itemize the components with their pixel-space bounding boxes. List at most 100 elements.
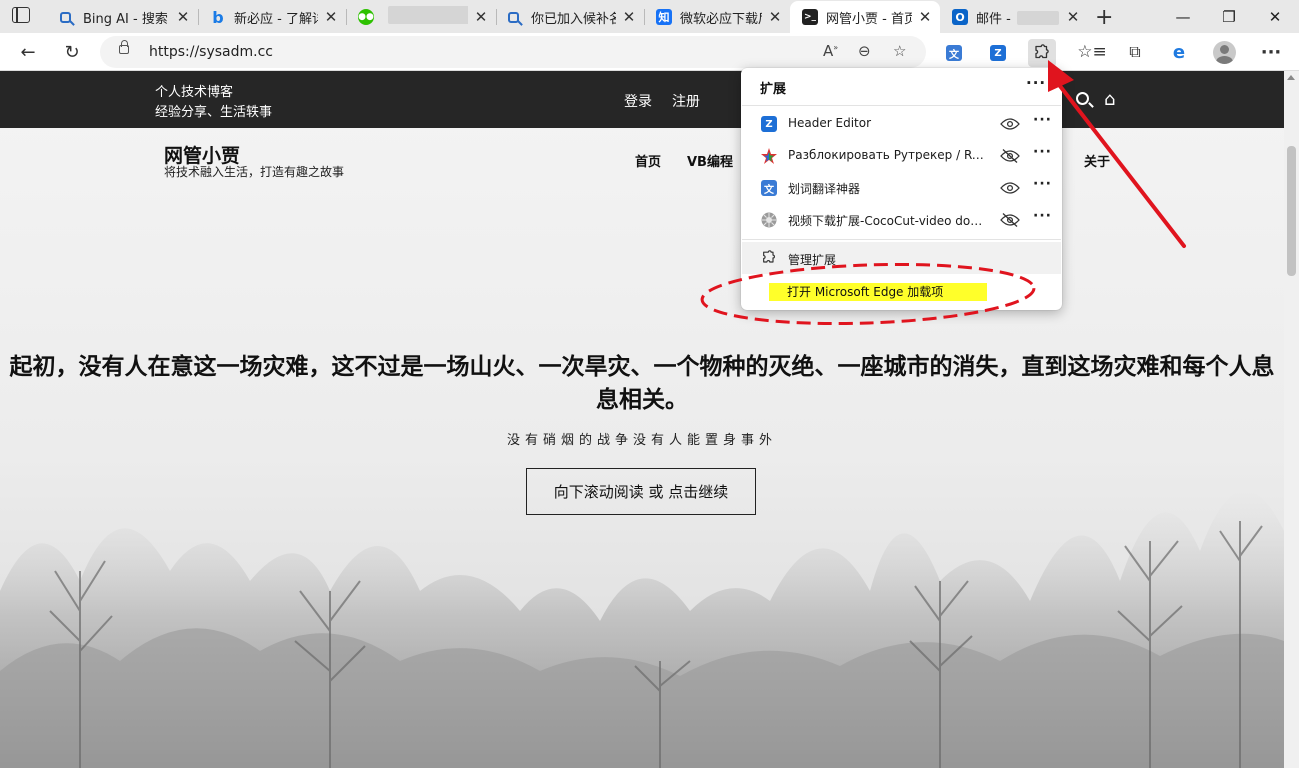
register-link[interactable]: 注册 — [672, 91, 700, 111]
manage-extensions-item[interactable]: 管理扩展 — [742, 242, 1061, 274]
header-editor-icon: Z — [990, 45, 1006, 61]
search-icon[interactable] — [1076, 92, 1089, 105]
eye-icon[interactable] — [1000, 117, 1020, 131]
extension-item-translator[interactable]: 文 划词翻译神器 ··· — [742, 172, 1061, 204]
browser-toolbar: ← ↻ https://sysadm.cc A» ⊖ ☆ 文 Z ☆≡ ⧉ e … — [0, 33, 1299, 71]
more-icon[interactable]: ··· — [1033, 144, 1052, 160]
extension-name: Разблокировать Рутрекер / Rutra... — [788, 148, 985, 162]
outlook-icon: O — [952, 9, 968, 25]
tab-zhihu[interactable]: 知 微软必应下载后 ✕ — [644, 1, 790, 33]
site-description: 将技术融入生活，打造有趣之故事 — [164, 165, 345, 179]
close-icon[interactable]: ✕ — [324, 8, 338, 26]
tab-title: 你已加入候补名 — [531, 11, 616, 27]
zoom-out-icon[interactable]: ⊖ — [858, 42, 871, 60]
extension-item-header-editor[interactable]: Z Header Editor ··· — [742, 108, 1061, 140]
lock-icon[interactable] — [119, 40, 129, 54]
tab-title: 微软必应下载后 — [680, 11, 762, 27]
eye-icon[interactable] — [1000, 181, 1020, 195]
hero-subline: 没有硝烟的战争没有人能置身事外 — [506, 433, 777, 448]
refresh-button[interactable]: ↻ — [57, 37, 87, 67]
extensions-button[interactable] — [1028, 39, 1056, 67]
zhihu-icon: 知 — [656, 9, 672, 25]
tab-wechat[interactable]: ●● ✕ — [346, 1, 496, 33]
extension-item-rutracker[interactable]: Разблокировать Рутрекер / Rutra... ··· — [742, 140, 1061, 172]
nav-vb[interactable]: VB编程 — [687, 151, 733, 170]
translate-icon: 文 — [761, 180, 777, 196]
scrollbar-thumb[interactable] — [1287, 146, 1296, 276]
divider — [742, 239, 1061, 240]
extension-item-cococut[interactable]: 视频下载扩展-CocoCut-video dow... ··· — [742, 204, 1061, 236]
back-button[interactable]: ← — [13, 37, 43, 67]
tab-title: 邮件 - — [976, 8, 1060, 27]
tab-actions-icon[interactable] — [12, 7, 30, 23]
top-bar: 个人技术博客 经验分享、生活轶事 登录 注册 ⌂ — [0, 71, 1284, 128]
puzzle-icon — [763, 250, 775, 263]
tab-outlook-mail[interactable]: O 邮件 - ✕ — [940, 1, 1088, 33]
divider — [742, 105, 1061, 106]
add-favorite-icon[interactable]: ☆ — [893, 42, 906, 60]
wechat-icon: ●● — [358, 9, 374, 25]
close-icon[interactable]: ✕ — [474, 8, 488, 26]
minimize-button[interactable]: — — [1160, 0, 1206, 33]
tab-title: 网管小贾 - 首页 — [826, 11, 912, 27]
blog-subtagline: 经验分享、生活轶事 — [155, 105, 273, 120]
extensions-popup: 扩展 ··· Z Header Editor ··· Разблокироват… — [741, 68, 1062, 310]
close-icon[interactable]: ✕ — [622, 8, 636, 26]
close-icon[interactable]: ✕ — [176, 8, 190, 26]
open-edge-addons-link[interactable]: 打开 Microsoft Edge 加载项 — [769, 283, 987, 301]
more-icon[interactable]: ··· — [1033, 112, 1052, 128]
hero-headline: 起初，没有人在意这一场灾难，这不过是一场山火、一次旱灾、一个物种的灭绝、一座城市… — [9, 354, 1275, 413]
eye-off-icon[interactable] — [1000, 149, 1020, 163]
manage-extensions-label: 管理扩展 — [788, 253, 837, 267]
favorites-button[interactable]: ☆≡ — [1077, 37, 1107, 67]
header-editor-icon: Z — [761, 116, 777, 132]
nav-home[interactable]: 首页 — [635, 151, 661, 170]
more-icon[interactable]: ··· — [1033, 208, 1052, 224]
restore-button[interactable]: ❐ — [1206, 0, 1252, 33]
continue-reading-button[interactable]: 向下滚动阅读 或 点击继续 — [526, 468, 756, 515]
login-link[interactable]: 登录 — [624, 91, 652, 111]
tab-sysadm-home[interactable]: >_ 网管小贾 - 首页 ✕ — [790, 1, 940, 33]
tab-title-redacted — [382, 6, 468, 28]
avatar[interactable] — [1213, 41, 1236, 64]
tab-strip: Bing AI - 搜索 ✕ b 新必应 - 了解详 ✕ ●● ✕ 你已加入候补… — [0, 0, 1299, 33]
extension-name: Header Editor — [788, 116, 872, 130]
popup-more-button[interactable]: ··· — [1026, 74, 1046, 92]
bing-icon: b — [212, 7, 224, 27]
rutracker-icon — [761, 148, 777, 164]
read-aloud-icon[interactable]: A» — [823, 42, 838, 60]
nav-about[interactable]: 关于 — [1084, 151, 1110, 170]
tab-bing-ai-search[interactable]: Bing AI - 搜索 ✕ — [48, 1, 198, 33]
new-tab-button[interactable]: + — [1095, 5, 1113, 30]
tab-new-bing[interactable]: b 新必应 - 了解详 ✕ — [198, 1, 346, 33]
tab-title: Bing AI - 搜索 — [83, 11, 168, 27]
home-icon[interactable]: ⌂ — [1104, 89, 1115, 110]
popup-title: 扩展 — [760, 82, 787, 97]
search-icon — [60, 11, 71, 23]
tab-title: 新必应 - 了解详 — [234, 11, 318, 27]
close-icon[interactable]: ✕ — [768, 8, 782, 26]
tab-waitlist[interactable]: 你已加入候补名 ✕ — [496, 1, 644, 33]
web-page: 个人技术博客 经验分享、生活轶事 登录 注册 ⌂ 网管小贾 将技术融入生活，打造… — [0, 71, 1284, 768]
translate-icon: 文 — [946, 45, 962, 61]
edge-bar-button[interactable]: e — [1164, 37, 1194, 67]
extension-name: 划词翻译神器 — [788, 182, 861, 196]
collections-button[interactable]: ⧉ — [1120, 37, 1150, 67]
vertical-scrollbar[interactable] — [1284, 71, 1299, 768]
translate-extension-icon[interactable]: 文 — [940, 39, 968, 67]
settings-more-button[interactable]: ··· — [1256, 37, 1286, 67]
close-icon[interactable]: ✕ — [918, 8, 932, 26]
close-window-button[interactable]: ✕ — [1252, 0, 1298, 33]
search-icon — [508, 11, 519, 23]
close-icon[interactable]: ✕ — [1066, 8, 1080, 26]
address-bar[interactable]: https://sysadm.cc A» ⊖ ☆ — [100, 36, 926, 68]
more-icon[interactable]: ··· — [1033, 176, 1052, 192]
cococut-icon — [761, 212, 777, 228]
blog-tagline: 个人技术博客 — [155, 85, 234, 100]
extension-name: 视频下载扩展-CocoCut-video dow... — [788, 214, 985, 228]
scroll-up-icon[interactable] — [1287, 75, 1295, 80]
eye-off-icon[interactable] — [1000, 213, 1020, 227]
header-editor-extension-icon[interactable]: Z — [984, 39, 1012, 67]
terminal-icon: >_ — [802, 9, 818, 25]
url-text[interactable]: https://sysadm.cc — [149, 44, 273, 60]
